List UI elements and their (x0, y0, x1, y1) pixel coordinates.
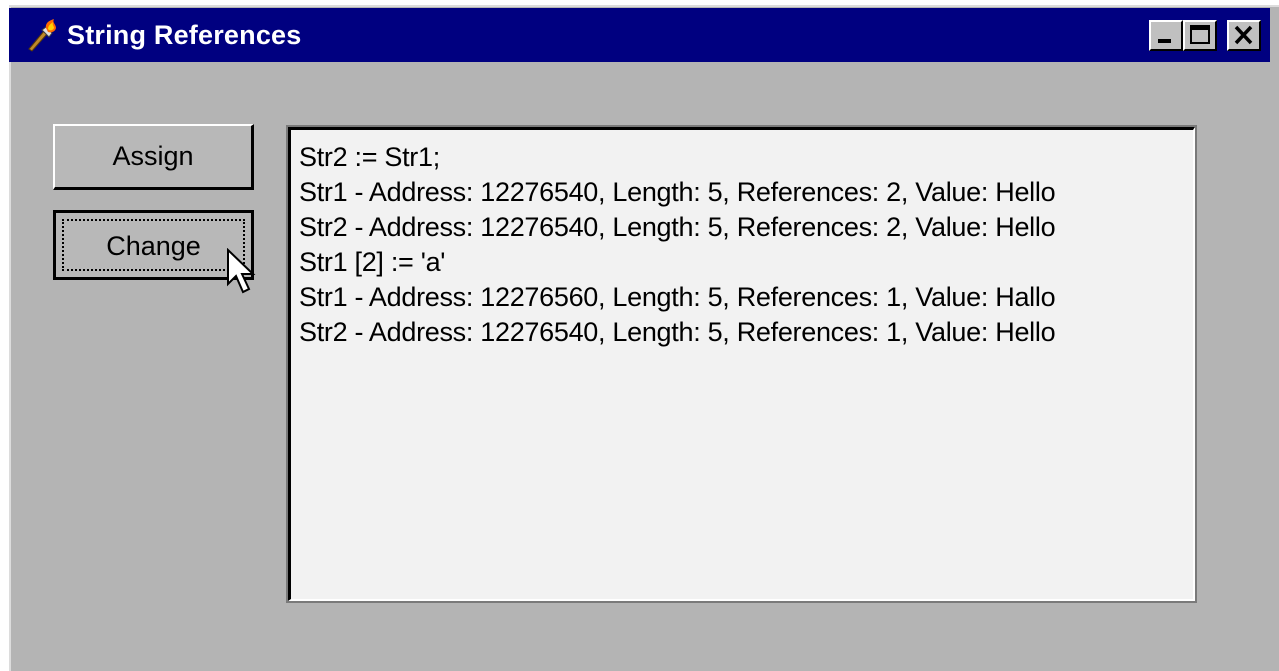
assign-button[interactable]: Assign (53, 124, 254, 190)
mouse-pointer-icon (226, 247, 258, 300)
minimize-icon (1158, 39, 1171, 43)
title-bar[interactable]: String References (9, 8, 1270, 62)
change-button-label: Change (62, 219, 245, 271)
maximize-button[interactable] (1183, 20, 1217, 51)
minimize-button[interactable] (1149, 20, 1183, 51)
memo-line: Str1 - Address: 12276560, Length: 5, Ref… (299, 282, 1056, 312)
memo-lines: Str2 := Str1; Str1 - Address: 12276540, … (299, 140, 1056, 350)
close-button[interactable] (1227, 20, 1261, 51)
output-memo[interactable]: Str2 := Str1; Str1 - Address: 12276540, … (286, 125, 1197, 603)
memo-line: Str1 - Address: 12276540, Length: 5, Ref… (299, 177, 1056, 207)
change-button[interactable]: Change (53, 210, 254, 280)
window-title: String References (67, 20, 302, 50)
memo-line: Str1 [2] := 'a' (299, 247, 446, 277)
maximize-icon (1190, 25, 1210, 44)
torch-icon (25, 18, 59, 52)
close-icon (1234, 25, 1253, 45)
memo-line: Str2 := Str1; (299, 142, 440, 172)
memo-line: Str2 - Address: 12276540, Length: 5, Ref… (299, 212, 1056, 242)
memo-line: Str2 - Address: 12276540, Length: 5, Ref… (299, 317, 1056, 347)
